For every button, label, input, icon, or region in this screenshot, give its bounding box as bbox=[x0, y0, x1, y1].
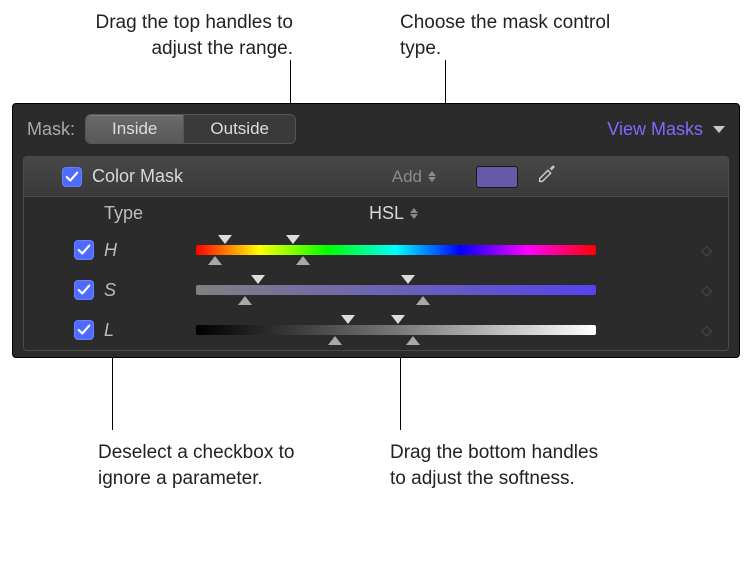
h-label: H bbox=[104, 240, 126, 261]
l-slider[interactable] bbox=[196, 316, 596, 344]
keyframe-diamond-icon[interactable]: ◇ bbox=[701, 322, 712, 339]
softness-handle-bottom[interactable] bbox=[416, 296, 430, 305]
range-handle-top[interactable] bbox=[286, 235, 300, 244]
color-mask-header-row: Color Mask Add bbox=[24, 157, 728, 197]
seg-inside-button[interactable]: Inside bbox=[86, 115, 183, 143]
stepper-icon bbox=[410, 208, 418, 219]
h-track bbox=[196, 245, 596, 255]
seg-outside-button[interactable]: Outside bbox=[183, 115, 295, 143]
type-row: Type HSL bbox=[24, 197, 728, 230]
type-value-text: HSL bbox=[369, 203, 404, 224]
l-track bbox=[196, 325, 596, 335]
check-icon bbox=[77, 283, 91, 297]
keyframe-diamond-icon[interactable]: ◇ bbox=[701, 282, 712, 299]
type-row-label: Type bbox=[104, 203, 164, 224]
inner-box: Color Mask Add Type HSL bbox=[23, 156, 729, 351]
check-icon bbox=[77, 243, 91, 257]
softness-handle-bottom[interactable] bbox=[406, 336, 420, 345]
range-handle-top[interactable] bbox=[391, 315, 405, 324]
check-icon bbox=[77, 323, 91, 337]
range-handle-top[interactable] bbox=[218, 235, 232, 244]
l-label: L bbox=[104, 320, 126, 341]
view-masks-label: View Masks bbox=[607, 119, 703, 140]
annotation-mask-type: Choose the mask control type. bbox=[400, 10, 620, 61]
panel-top-bar: Mask: Inside Outside View Masks bbox=[13, 104, 739, 152]
range-handle-top[interactable] bbox=[251, 275, 265, 284]
h-slider[interactable] bbox=[196, 236, 596, 264]
eyedropper-icon bbox=[536, 163, 558, 185]
annotation-range: Drag the top handles to adjust the range… bbox=[73, 10, 293, 61]
h-checkbox[interactable] bbox=[74, 240, 94, 260]
check-icon bbox=[65, 170, 79, 184]
annotation-softness: Drag the bottom handles to adjust the so… bbox=[390, 440, 610, 491]
color-swatch[interactable] bbox=[476, 166, 518, 188]
softness-handle-bottom[interactable] bbox=[328, 336, 342, 345]
l-checkbox[interactable] bbox=[74, 320, 94, 340]
stepper-icon bbox=[428, 171, 436, 182]
s-track bbox=[196, 285, 596, 295]
color-mask-title: Color Mask bbox=[92, 166, 183, 187]
s-row: S ◇ bbox=[24, 270, 728, 310]
type-dropdown[interactable]: HSL bbox=[369, 203, 418, 224]
keyframe-diamond-icon[interactable]: ◇ bbox=[701, 242, 712, 259]
eyedropper-button[interactable] bbox=[536, 163, 558, 190]
range-handle-top[interactable] bbox=[341, 315, 355, 324]
chevron-down-icon bbox=[713, 126, 725, 133]
add-label: Add bbox=[392, 167, 422, 187]
l-row: L ◇ bbox=[24, 310, 728, 350]
softness-handle-bottom[interactable] bbox=[208, 256, 222, 265]
annotation-deselect: Deselect a checkbox to ignore a paramete… bbox=[98, 440, 308, 491]
mask-side-segmented: Inside Outside bbox=[85, 114, 296, 144]
mask-label: Mask: bbox=[27, 119, 75, 140]
softness-handle-bottom[interactable] bbox=[238, 296, 252, 305]
range-handle-top[interactable] bbox=[401, 275, 415, 284]
mask-panel: Mask: Inside Outside View Masks Color Ma… bbox=[12, 103, 740, 358]
s-label: S bbox=[104, 280, 126, 301]
color-mask-checkbox[interactable] bbox=[62, 167, 82, 187]
view-masks-dropdown[interactable]: View Masks bbox=[607, 119, 725, 140]
s-checkbox[interactable] bbox=[74, 280, 94, 300]
add-dropdown[interactable]: Add bbox=[392, 167, 436, 187]
softness-handle-bottom[interactable] bbox=[296, 256, 310, 265]
s-slider[interactable] bbox=[196, 276, 596, 304]
h-row: H ◇ bbox=[24, 230, 728, 270]
